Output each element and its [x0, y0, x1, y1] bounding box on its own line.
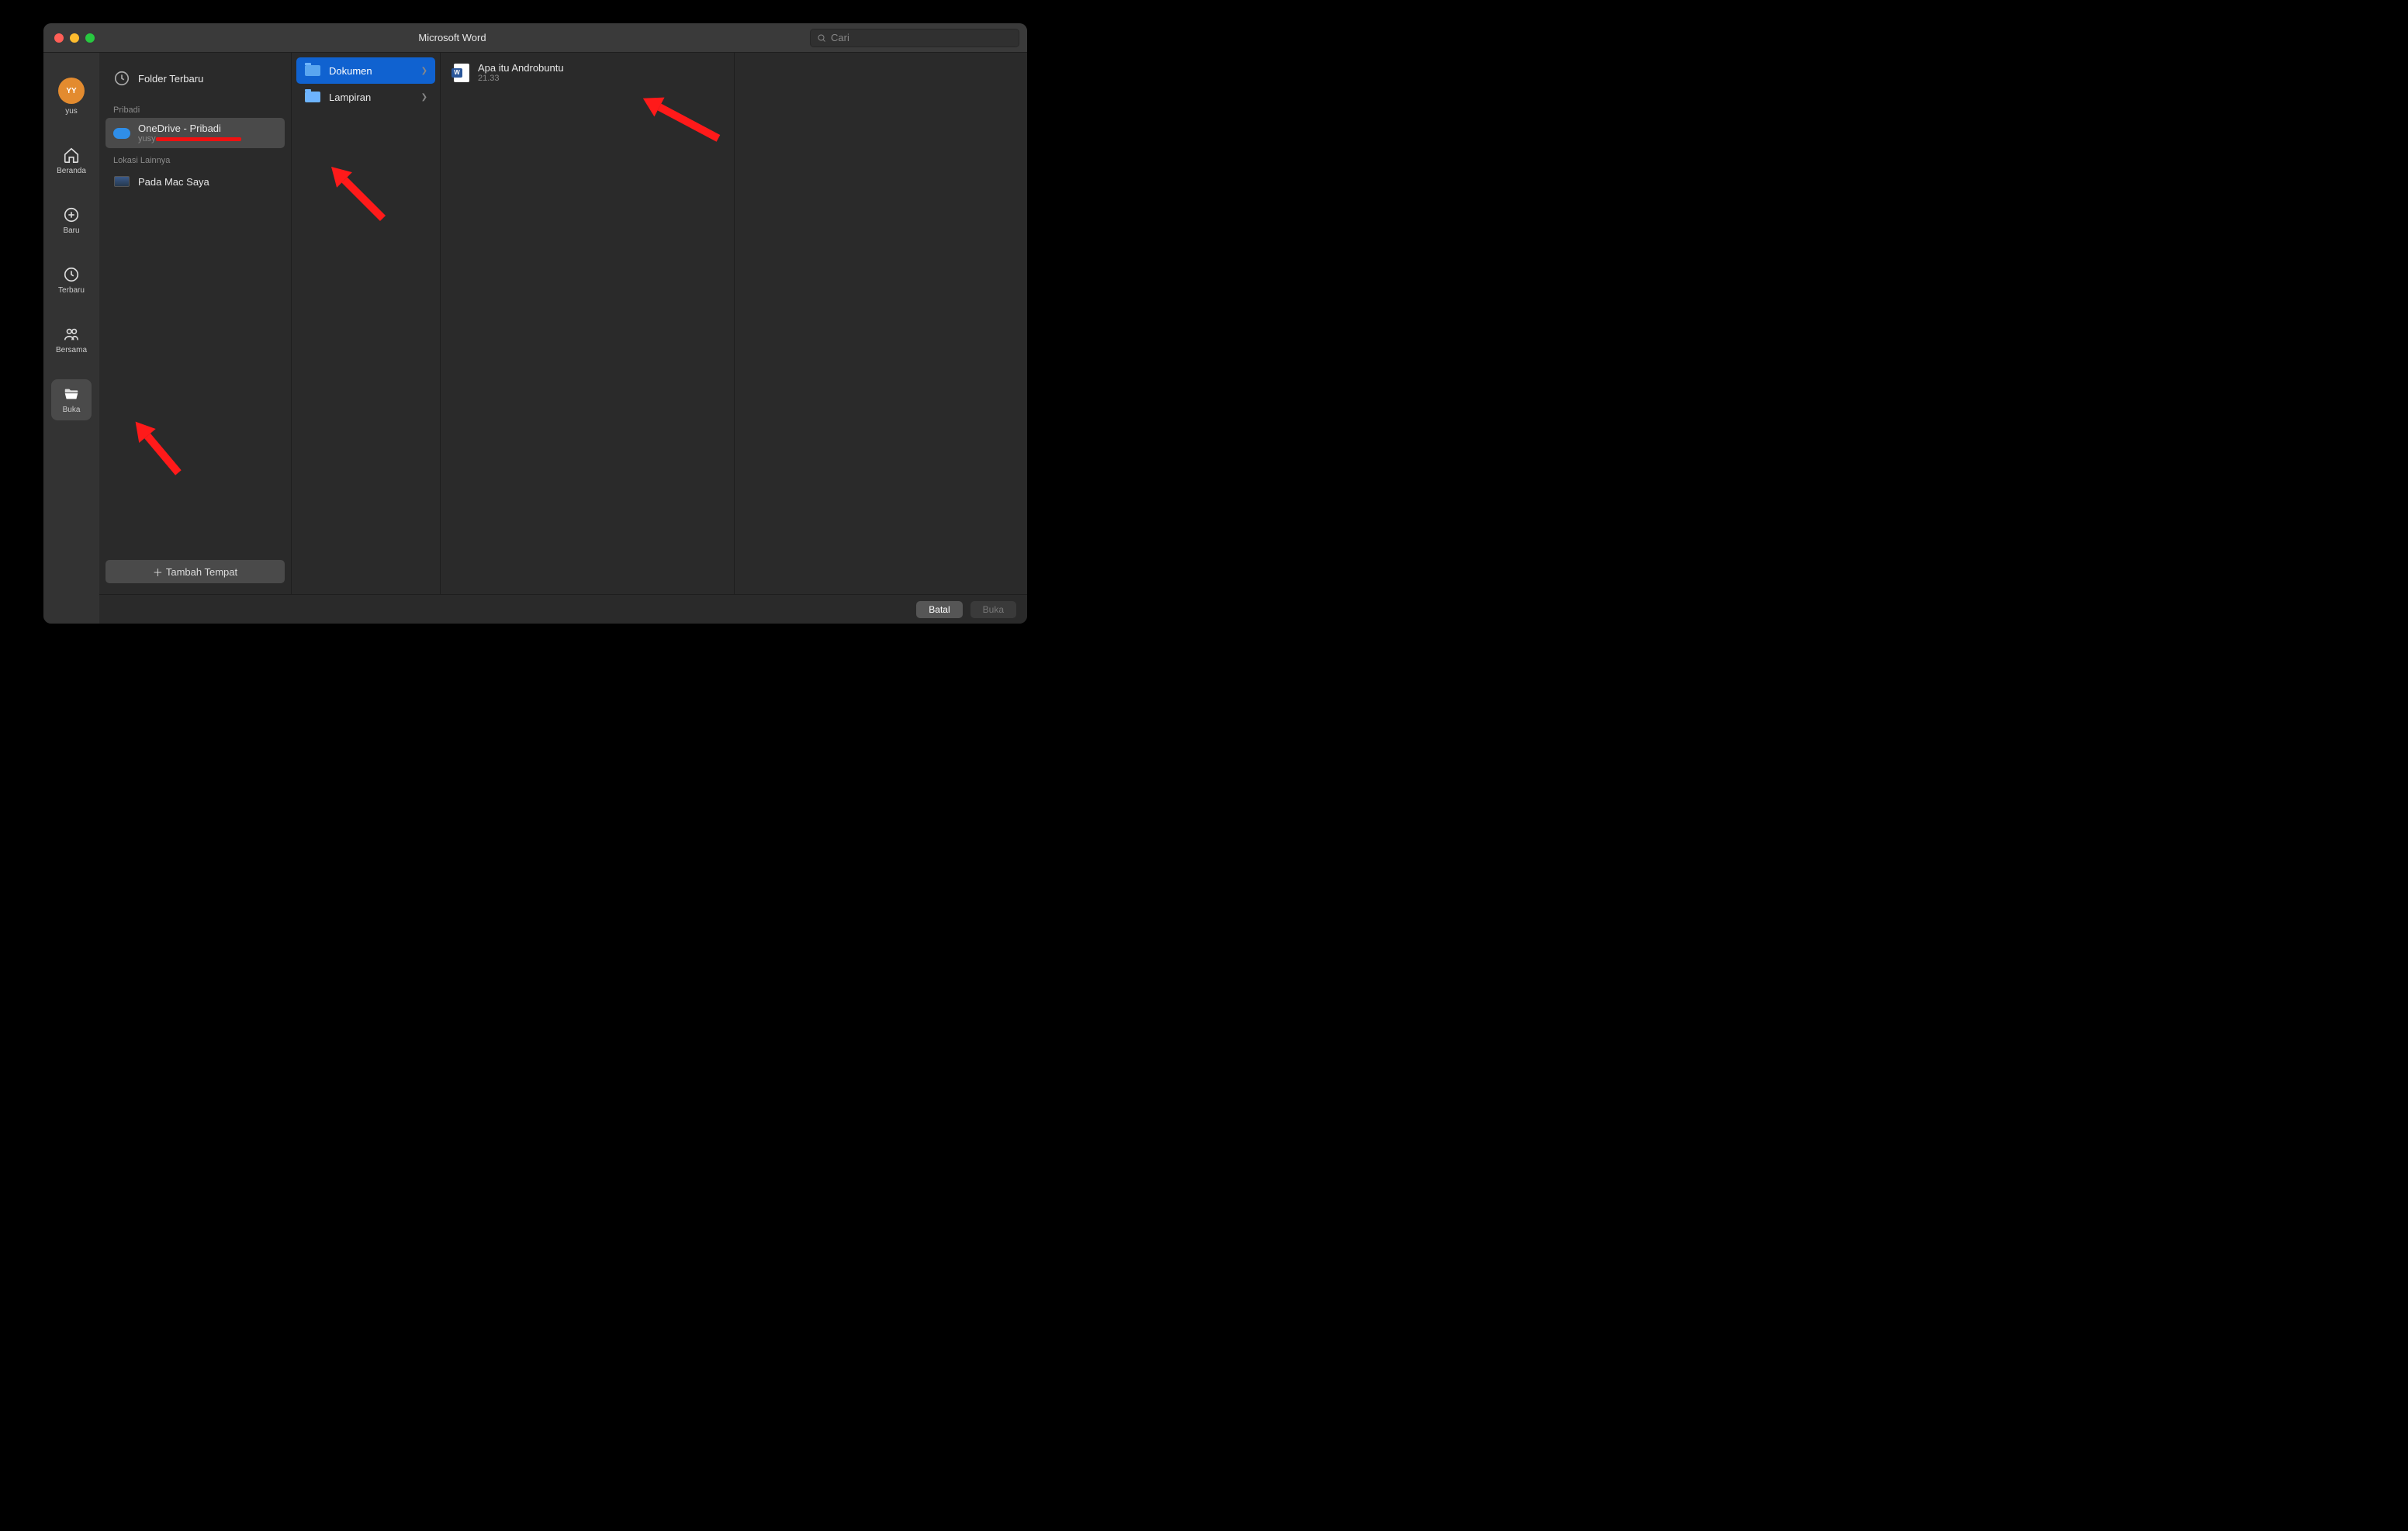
- files-panel: Apa itu Androbuntu 21.33: [441, 53, 735, 594]
- folder-label: Lampiran: [329, 92, 413, 103]
- close-window-button[interactable]: [54, 33, 64, 43]
- folder-open-icon: [63, 385, 80, 403]
- preview-panel: [735, 53, 1028, 594]
- file-item[interactable]: Apa itu Androbuntu 21.33: [445, 57, 729, 88]
- nav-recent[interactable]: Terbaru: [51, 260, 92, 301]
- nav-rail: YY yus Beranda Baru Terbaru: [43, 53, 99, 624]
- open-button[interactable]: Buka: [970, 601, 1016, 618]
- on-mac-label: Pada Mac Saya: [138, 176, 277, 188]
- search-placeholder: Cari: [831, 32, 849, 43]
- folder-label: Dokumen: [329, 65, 413, 77]
- onedrive-icon: [113, 125, 130, 142]
- section-other: Lokasi Lainnya: [106, 148, 285, 168]
- folder-icon: [304, 62, 321, 79]
- search-icon: [817, 33, 826, 43]
- onedrive-label: OneDrive - Pribadi: [138, 123, 277, 134]
- nav-label: Baru: [63, 226, 79, 235]
- folder-icon: [304, 88, 321, 105]
- nav-label: Bersama: [56, 346, 87, 354]
- chevron-right-icon: ❯: [421, 93, 427, 102]
- folder-lampiran[interactable]: Lampiran ❯: [296, 84, 435, 110]
- nav-profile[interactable]: YY yus: [51, 71, 92, 122]
- nav-label: yus: [65, 107, 78, 116]
- maximize-window-button[interactable]: [85, 33, 95, 43]
- word-doc-icon: [453, 64, 470, 81]
- nav-label: Beranda: [57, 167, 86, 175]
- file-time: 21.33: [478, 74, 721, 83]
- chevron-right-icon: ❯: [421, 67, 427, 75]
- window-controls: [43, 33, 95, 43]
- clock-icon: [63, 266, 80, 283]
- nav-new[interactable]: Baru: [51, 200, 92, 241]
- add-place-button[interactable]: ＋ Tambah Tempat: [106, 560, 285, 583]
- location-on-mac[interactable]: Pada Mac Saya: [106, 168, 285, 195]
- nav-home[interactable]: Beranda: [51, 140, 92, 181]
- redacted-text: [156, 137, 241, 141]
- titlebar: Microsoft Word Cari: [43, 23, 1027, 53]
- recent-folders[interactable]: Folder Terbaru: [106, 59, 285, 98]
- onedrive-email: yusy: [138, 134, 277, 143]
- people-icon: [63, 326, 80, 343]
- dialog-footer: Batal Buka: [99, 594, 1027, 624]
- location-onedrive[interactable]: OneDrive - Pribadi yusy: [106, 118, 285, 148]
- nav-open[interactable]: Buka: [51, 379, 92, 420]
- nav-label: Terbaru: [58, 286, 85, 295]
- locations-panel: Folder Terbaru Pribadi OneDrive - Pribad…: [99, 53, 292, 594]
- home-icon: [63, 147, 80, 164]
- search-input[interactable]: Cari: [810, 29, 1019, 47]
- minimize-window-button[interactable]: [70, 33, 79, 43]
- nav-label: Buka: [63, 406, 81, 414]
- nav-shared[interactable]: Bersama: [51, 320, 92, 361]
- section-personal: Pribadi: [106, 98, 285, 118]
- plus-circle-icon: [63, 206, 80, 223]
- avatar: YY: [58, 78, 85, 104]
- file-name: Apa itu Androbuntu: [478, 62, 721, 74]
- add-place-label: Tambah Tempat: [166, 566, 237, 578]
- folder-dokumen[interactable]: Dokumen ❯: [296, 57, 435, 84]
- window-title: Microsoft Word: [95, 32, 810, 43]
- recent-folders-label: Folder Terbaru: [138, 73, 277, 85]
- clock-icon: [113, 70, 130, 87]
- open-file-window: Microsoft Word Cari YY yus Beranda: [43, 23, 1027, 624]
- cancel-button[interactable]: Batal: [916, 601, 962, 618]
- mac-icon: [113, 173, 130, 190]
- folders-panel: Dokumen ❯ Lampiran ❯: [292, 53, 441, 594]
- plus-icon: ＋: [153, 565, 163, 579]
